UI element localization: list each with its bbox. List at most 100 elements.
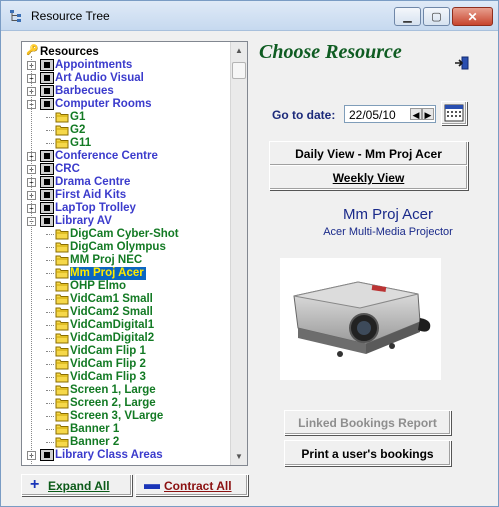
tree-category[interactable]: + Art Audio Visual [22,72,230,85]
folder-icon [55,398,69,409]
tree-item[interactable]: Screen 1, Large [22,384,230,397]
title-bar[interactable]: Resource Tree ▁ ▢ ✕ [1,1,498,31]
tree-item-label[interactable]: OHP Elmo [70,280,126,293]
tree-item-label[interactable]: Art Audio Visual [55,72,144,85]
tree-item[interactable]: Screen 3, VLarge [22,410,230,423]
folder-icon [55,372,69,383]
tree-item[interactable]: VidCam2 Small [22,306,230,319]
tree-item-label[interactable]: Mm Proj Acer [70,267,146,280]
tree-item[interactable]: VidCamDigital2 [22,332,230,345]
tree-category[interactable]: + LapTop Trolley [22,202,230,215]
resource-name: Mm Proj Acer [342,206,433,223]
tree-item-label[interactable]: Screen 1, Large [70,384,156,397]
resource-tree[interactable]: 🔑 Resources + Appointments + Art Audio Visual… [21,41,248,466]
next-date-icon[interactable]: ▶ [422,108,434,120]
calendar-button[interactable] [441,101,467,125]
tree-item[interactable]: G11 [22,137,230,150]
tree-category[interactable]: − Computer Rooms [22,98,230,111]
tree-item-label[interactable]: First Aid Kits [55,189,126,202]
tree-category[interactable]: + First Aid Kits [22,189,230,202]
tree-item-label[interactable]: Screen 3, VLarge [70,410,163,423]
tree-category[interactable]: + Drama Centre [22,176,230,189]
tree-item[interactable]: VidCamDigital1 [22,319,230,332]
tree-scrollbar[interactable]: ▲ ▼ [230,42,247,465]
tree-connector [46,364,54,365]
tree-connector [46,234,54,235]
tree-item[interactable]: MM Proj NEC [22,254,230,267]
close-button[interactable]: ✕ [452,7,493,26]
tree-connector [46,299,54,300]
tree-item-label[interactable]: Banner 2 [70,436,119,449]
tree-connector [46,117,54,118]
scroll-up-arrow-icon[interactable]: ▲ [231,42,247,59]
tree-item-label[interactable]: Appointments [55,59,132,72]
tree-item[interactable]: VidCam Flip 3 [22,371,230,384]
folder-icon [55,359,69,370]
tree-item-label[interactable]: DigCam Cyber-Shot [70,228,179,241]
tree-item-label[interactable]: Screen 2, Large [70,397,156,410]
tree-item-label[interactable]: DigCam Olympus [70,241,166,254]
tree-item[interactable]: OHP Elmo [22,280,230,293]
tree-item[interactable]: Banner 2 [22,436,230,449]
tree-category[interactable]: + Library Class Areas [22,449,230,462]
tree-item-label[interactable]: LapTop Trolley [55,202,136,215]
expand-all-button[interactable]: + Expand All [21,474,132,496]
tree-item[interactable]: G1 [22,111,230,124]
scroll-down-arrow-icon[interactable]: ▼ [231,448,247,465]
tree-item-label[interactable]: VidCamDigital1 [70,319,154,332]
scroll-thumb[interactable] [232,62,246,79]
weekly-view-button[interactable]: Weekly View [269,165,468,190]
daily-view-button[interactable]: Daily View - Mm Proj Acer [269,141,468,166]
tree-item[interactable]: DigCam Olympus [22,241,230,254]
tree-category[interactable]: + Appointments [22,59,230,72]
tree-item-label[interactable]: VidCam Flip 2 [70,358,146,371]
date-field[interactable]: 22/05/10 ◀ ▶ [344,105,436,123]
tree-item-label[interactable]: VidCam1 Small [70,293,153,306]
tree-item-label[interactable]: Banner 1 [70,423,119,436]
tree-item-label[interactable]: G2 [70,124,85,137]
tree-item[interactable]: VidCam Flip 1 [22,345,230,358]
tree-item-label[interactable]: Conference Centre [55,150,158,163]
linked-bookings-report-button[interactable]: Linked Bookings Report [284,410,451,435]
tree-item-label[interactable]: Drama Centre [55,176,130,189]
folder-icon [55,125,69,136]
tree-category[interactable]: + Barbecues [22,85,230,98]
contract-all-button[interactable]: ▬ Contract All [135,474,248,496]
tree-connector [46,143,54,144]
tree-item-label[interactable]: VidCam Flip 1 [70,345,146,358]
tree-item[interactable]: Screen 2, Large [22,397,230,410]
tree-item-label[interactable]: VidCam Flip 3 [70,371,146,384]
tree-item-label[interactable]: VidCamDigital2 [70,332,154,345]
previous-date-icon[interactable]: ◀ [410,108,422,120]
tree-item-label[interactable]: Computer Rooms [55,98,151,111]
tree-category[interactable]: − Library AV [22,215,230,228]
tree-root[interactable]: 🔑 Resources [22,45,230,59]
minimize-button[interactable]: ▁ [394,7,421,26]
category-box-icon [40,189,54,201]
tree-item-label[interactable]: MM Proj NEC [70,254,142,267]
tree-connector [46,286,54,287]
print-user-bookings-button[interactable]: Print a user's bookings [284,440,451,466]
tree-item[interactable]: Banner 1 [22,423,230,436]
projector-image [280,258,441,380]
tree-item-label[interactable]: G11 [70,137,91,150]
tree-connector [46,403,54,404]
exit-door-icon[interactable] [454,56,470,70]
tree-item-label[interactable]: Library Class Areas [55,449,163,462]
maximize-button[interactable]: ▢ [423,7,450,26]
tree-item[interactable]: Mm Proj Acer [22,267,230,280]
print-user-bookings-label: Print a user's bookings [301,447,434,461]
tree-category[interactable]: + Conference Centre [22,150,230,163]
tree-item[interactable]: VidCam Flip 2 [22,358,230,371]
tree-item-label[interactable]: Library AV [55,215,112,228]
tree-item[interactable]: G2 [22,124,230,137]
tree-item-label[interactable]: CRC [55,163,80,176]
tree-item-label[interactable]: VidCam2 Small [70,306,153,319]
tree-item[interactable]: VidCam1 Small [22,293,230,306]
tree-item-label[interactable]: G1 [70,111,85,124]
date-value[interactable]: 22/05/10 [349,108,396,122]
tree-item-label[interactable]: Resources [40,46,99,59]
tree-category[interactable]: + CRC [22,163,230,176]
tree-item[interactable]: DigCam Cyber-Shot [22,228,230,241]
tree-item-label[interactable]: Barbecues [55,85,114,98]
